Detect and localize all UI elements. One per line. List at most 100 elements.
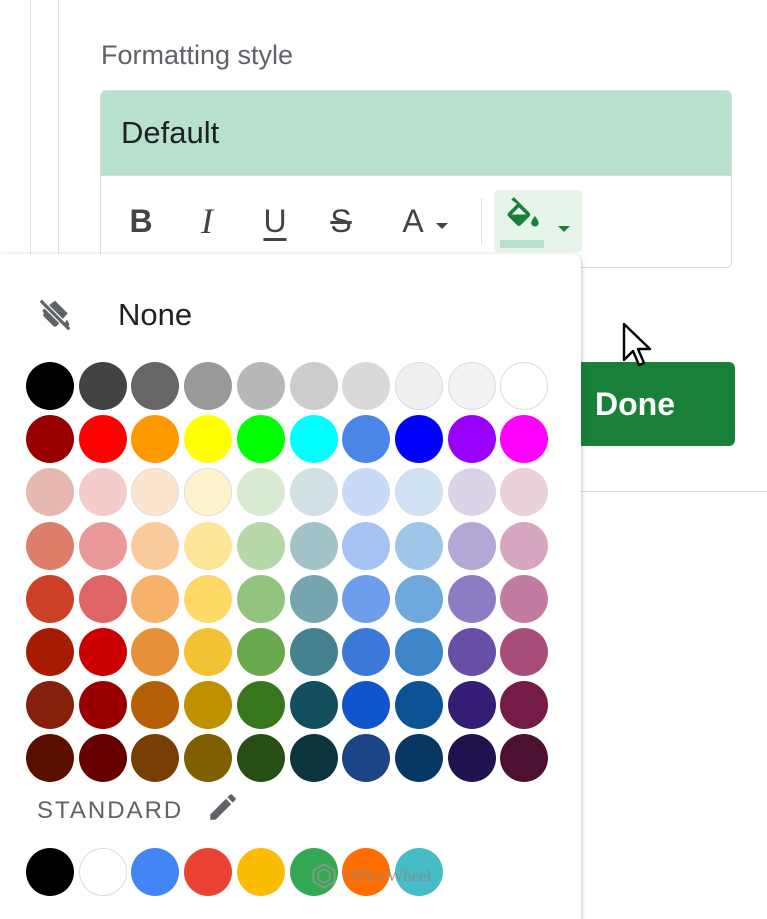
edit-pencil-icon[interactable] — [206, 790, 240, 824]
color-swatch[interactable] — [78, 681, 127, 730]
color-swatch[interactable] — [394, 521, 443, 570]
color-swatch[interactable] — [500, 362, 549, 410]
color-swatch[interactable] — [184, 468, 233, 517]
color-swatch[interactable] — [342, 628, 391, 676]
text-color-button[interactable]: A — [391, 196, 461, 246]
color-swatch[interactable] — [26, 521, 74, 570]
color-swatch[interactable] — [184, 362, 233, 410]
mouse-cursor-icon — [622, 322, 652, 367]
color-swatch[interactable] — [26, 574, 74, 623]
color-swatch[interactable] — [184, 574, 233, 623]
color-swatch[interactable] — [78, 415, 127, 464]
formatting-style-preview[interactable]: Default — [100, 90, 732, 175]
color-swatch[interactable] — [342, 468, 391, 517]
color-swatch[interactable] — [394, 681, 443, 730]
standard-color-swatch[interactable] — [236, 848, 285, 896]
color-swatch[interactable] — [184, 415, 233, 464]
color-swatch[interactable] — [236, 734, 285, 783]
italic-button[interactable]: I — [189, 196, 225, 246]
color-swatch[interactable] — [236, 362, 285, 410]
strikethrough-button[interactable]: S — [323, 196, 359, 246]
color-swatch[interactable] — [289, 628, 338, 676]
color-swatch[interactable] — [342, 362, 391, 410]
color-swatch[interactable] — [394, 362, 443, 410]
color-swatch[interactable] — [447, 574, 496, 623]
color-swatch[interactable] — [184, 628, 233, 676]
color-swatch[interactable] — [394, 628, 443, 676]
color-swatch[interactable] — [500, 468, 549, 517]
color-swatch[interactable] — [236, 521, 285, 570]
bold-button[interactable]: B — [123, 196, 159, 246]
color-swatch[interactable] — [394, 574, 443, 623]
color-swatch[interactable] — [131, 521, 180, 570]
color-swatch[interactable] — [394, 734, 443, 783]
color-swatch[interactable] — [131, 468, 180, 517]
color-swatch[interactable] — [26, 362, 74, 410]
color-swatch[interactable] — [342, 681, 391, 730]
standard-color-swatch[interactable] — [26, 848, 74, 896]
color-swatch[interactable] — [78, 734, 127, 783]
color-swatch[interactable] — [236, 574, 285, 623]
color-swatch[interactable] — [289, 362, 338, 410]
color-swatch[interactable] — [342, 521, 391, 570]
color-swatch[interactable] — [236, 628, 285, 676]
color-swatch[interactable] — [500, 734, 549, 783]
color-swatch[interactable] — [184, 734, 233, 783]
color-swatch[interactable] — [26, 681, 74, 730]
color-swatch[interactable] — [342, 734, 391, 783]
color-swatch[interactable] — [78, 521, 127, 570]
color-swatch[interactable] — [78, 574, 127, 623]
color-swatch[interactable] — [78, 362, 127, 410]
color-swatch[interactable] — [26, 628, 74, 676]
no-fill-option[interactable]: None — [36, 290, 192, 340]
color-swatch[interactable] — [289, 681, 338, 730]
color-swatch[interactable] — [131, 681, 180, 730]
color-swatch[interactable] — [131, 628, 180, 676]
color-swatch[interactable] — [447, 362, 496, 410]
color-swatch[interactable] — [447, 681, 496, 730]
color-swatch[interactable] — [78, 468, 127, 517]
toolbar-separator — [481, 198, 482, 244]
color-swatch[interactable] — [447, 734, 496, 783]
color-swatch[interactable] — [26, 468, 74, 517]
color-swatch[interactable] — [131, 574, 180, 623]
fill-color-button[interactable] — [494, 190, 582, 252]
color-swatch[interactable] — [500, 521, 549, 570]
color-swatch[interactable] — [342, 574, 391, 623]
standard-color-swatch[interactable] — [184, 848, 233, 896]
color-swatch[interactable] — [342, 415, 391, 464]
color-swatch[interactable] — [236, 468, 285, 517]
color-swatch[interactable] — [500, 628, 549, 676]
color-swatch[interactable] — [131, 415, 180, 464]
color-swatch[interactable] — [289, 521, 338, 570]
color-swatch[interactable] — [131, 362, 180, 410]
color-swatch[interactable] — [184, 521, 233, 570]
color-swatch[interactable] — [26, 734, 74, 783]
underline-button[interactable]: U — [257, 196, 293, 246]
color-swatch[interactable] — [236, 681, 285, 730]
color-swatch[interactable] — [447, 521, 496, 570]
color-swatch[interactable] — [447, 415, 496, 464]
color-swatch[interactable] — [447, 628, 496, 676]
color-swatch[interactable] — [289, 574, 338, 623]
color-swatch[interactable] — [394, 468, 443, 517]
color-swatch[interactable] — [236, 415, 285, 464]
chevron-down-icon — [558, 226, 570, 232]
standard-color-swatch[interactable] — [131, 848, 180, 896]
color-swatch[interactable] — [394, 415, 443, 464]
paint-bucket-icon — [507, 197, 539, 227]
color-swatch[interactable] — [289, 468, 338, 517]
color-swatch[interactable] — [500, 574, 549, 623]
color-swatch[interactable] — [500, 415, 549, 464]
done-button[interactable]: Done — [560, 362, 735, 446]
color-swatch[interactable] — [289, 415, 338, 464]
color-swatch[interactable] — [184, 681, 233, 730]
color-swatch[interactable] — [26, 415, 74, 464]
standard-color-swatch[interactable] — [78, 848, 127, 896]
color-swatch[interactable] — [447, 468, 496, 517]
color-swatch[interactable] — [78, 628, 127, 676]
color-swatch[interactable] — [131, 734, 180, 783]
color-swatch[interactable] — [500, 681, 549, 730]
color-swatch[interactable] — [289, 734, 338, 783]
none-label: None — [118, 297, 193, 332]
